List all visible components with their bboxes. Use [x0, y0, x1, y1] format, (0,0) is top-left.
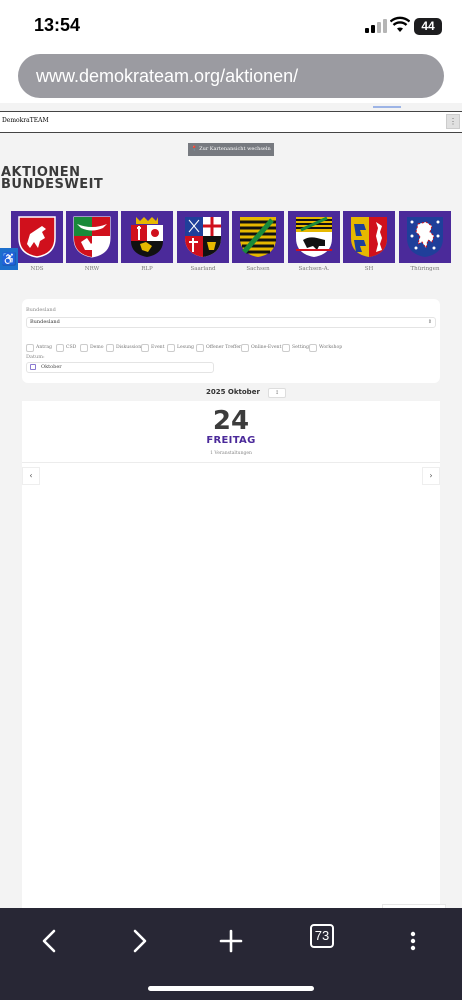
next-button[interactable]: ›: [422, 467, 440, 485]
forward-icon[interactable]: [119, 922, 159, 962]
more-options-icon[interactable]: [393, 922, 433, 962]
sachsen-crest-icon: [232, 211, 284, 263]
category-checkbox[interactable]: Event: [141, 337, 164, 356]
category-checkbox[interactable]: Demo: [80, 337, 104, 356]
calendar-icon: [30, 364, 36, 370]
state-rlp[interactable]: RLP: [121, 211, 173, 272]
state-sh[interactable]: SH: [343, 211, 395, 272]
events-count: 1 Veranstaltungen: [210, 451, 252, 456]
state-label: Sachsen-A.: [298, 266, 330, 272]
accessibility-icon[interactable]: ♿: [0, 248, 18, 270]
page-title: AKTIONEN BUNDESWEIT: [1, 166, 104, 192]
browser-toolbar: 73: [0, 908, 462, 1000]
browser-address-area: www.demokrateam.org/aktionen/: [0, 52, 462, 110]
date-picker-value: Oktober: [41, 364, 62, 370]
day-card[interactable]: 24 FREITAG 1 Veranstaltungen: [22, 401, 440, 463]
datum-label: Datum:: [26, 354, 45, 360]
state-label: SH: [364, 266, 374, 272]
filter-panel: Bundesland Bundesland ⇕ Antrag CSD Demo …: [22, 299, 440, 383]
category-checkbox[interactable]: Online-Event: [241, 337, 281, 356]
category-checkbox[interactable]: CSD: [56, 337, 76, 356]
state-sachsen-anhalt[interactable]: Sachsen-A.: [288, 211, 340, 272]
back-icon[interactable]: [30, 922, 70, 962]
web-page: DemokraTEAM ⋮ 📍 Zur Kartenansicht wechse…: [0, 103, 462, 908]
chevron-updown-icon: ⇕: [427, 319, 432, 325]
category-checkbox[interactable]: Offener Treffer: [196, 337, 241, 356]
sachsen-anhalt-crest-icon: [288, 211, 340, 263]
month-title: 2025 Oktober: [206, 388, 260, 396]
state-label: NRW: [84, 266, 100, 272]
map-pin-icon: 📍: [191, 146, 198, 152]
cellular-signal-icon: [365, 19, 387, 33]
state-saarland[interactable]: Saarland: [177, 211, 229, 272]
category-checkbox[interactable]: Diskussion: [106, 337, 141, 356]
site-logo-text[interactable]: DemokraTEAM: [2, 117, 49, 124]
tabs-button[interactable]: 73: [310, 924, 334, 948]
state-nrw[interactable]: NRW: [66, 211, 118, 272]
category-checkboxes: Antrag CSD Demo Diskussion Event Lesung …: [26, 337, 440, 352]
state-nds[interactable]: NDS: [11, 211, 63, 272]
prev-button[interactable]: ‹: [22, 467, 40, 485]
rlp-crest-icon: [121, 211, 173, 263]
state-selector: NDS NRW RLP Saarland Sachsen Sachsen-A. …: [11, 211, 462, 272]
date-picker[interactable]: Oktober: [26, 362, 214, 373]
state-sachsen[interactable]: Sachsen: [232, 211, 284, 272]
state-label: Sachsen: [246, 266, 270, 272]
month-header: 2025 Oktober ↕: [22, 385, 440, 401]
state-label: NDS: [30, 266, 44, 272]
status-bar: 13:54 44: [0, 0, 462, 52]
bundesland-select-value: Bundesland: [30, 319, 60, 325]
bundesland-select[interactable]: Bundesland ⇕: [26, 317, 436, 328]
state-label: RLP: [141, 266, 153, 272]
page-title-line2: BUNDESWEIT: [1, 177, 104, 192]
battery-icon: 44: [414, 18, 442, 35]
category-checkbox[interactable]: Setting: [282, 337, 309, 356]
map-view-button-label: Zur Kartenansicht wechseln: [199, 146, 271, 152]
url-bar[interactable]: www.demokrateam.org/aktionen/: [18, 54, 444, 98]
state-label: Saarland: [190, 266, 216, 272]
category-checkbox[interactable]: Lesung: [167, 337, 194, 356]
menu-toggle-button[interactable]: ⋮: [446, 114, 460, 129]
day-name: FREITAG: [206, 435, 256, 446]
nds-crest-icon: [11, 211, 63, 263]
top-decoration: [373, 106, 401, 108]
category-checkbox[interactable]: Workshop: [309, 337, 342, 356]
state-label: Thüringen: [410, 266, 440, 272]
bundesland-label: Bundesland: [26, 307, 56, 313]
thueringen-crest-icon: [399, 211, 451, 263]
map-view-button[interactable]: 📍 Zur Kartenansicht wechseln: [188, 143, 274, 156]
day-number: 24: [212, 406, 250, 436]
new-tab-icon[interactable]: [211, 922, 251, 962]
wifi-icon: [390, 16, 410, 32]
home-indicator: [148, 986, 314, 991]
site-header: DemokraTEAM ⋮: [0, 111, 462, 133]
event-list-area: [22, 463, 440, 908]
sh-crest-icon: [343, 211, 395, 263]
state-thueringen[interactable]: Thüringen: [399, 211, 451, 272]
month-toggle-button[interactable]: ↕: [268, 388, 286, 398]
nrw-crest-icon: [66, 211, 118, 263]
status-time: 13:54: [34, 15, 81, 35]
saarland-crest-icon: [177, 211, 229, 263]
